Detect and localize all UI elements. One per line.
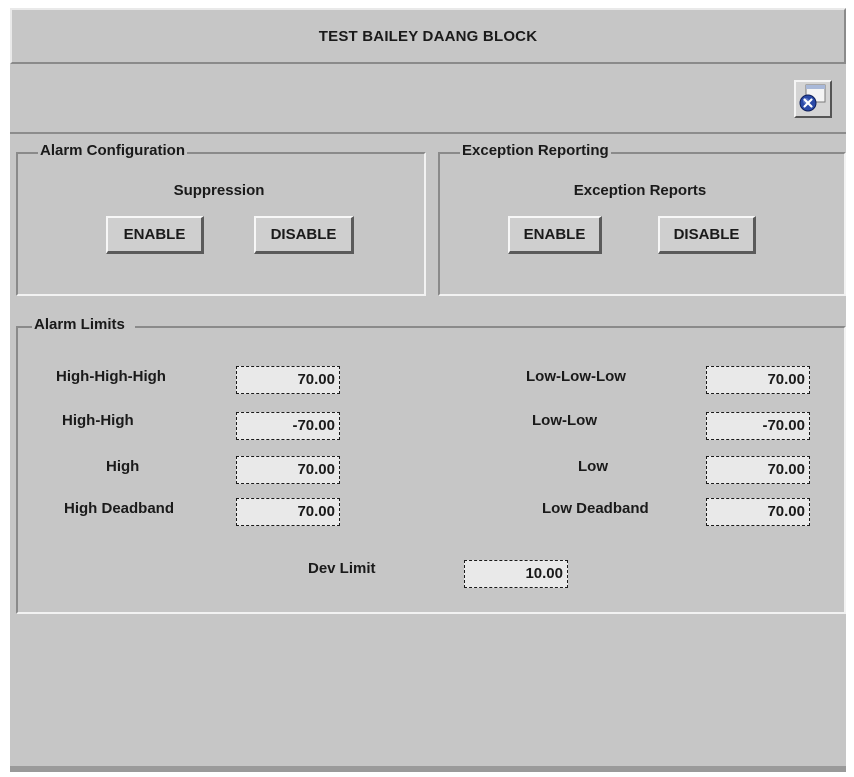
alarm-limits-legend: Alarm Limits [32, 316, 135, 333]
exception-reports-label: Exception Reports [573, 182, 707, 199]
title-bar: TEST BAILEY DAANG BLOCK [10, 8, 846, 64]
dev-limit-label: Dev Limit [308, 560, 376, 577]
high-deadband-label: High Deadband [64, 500, 175, 517]
low-low-low-field[interactable]: 70.00 [706, 366, 810, 394]
high-deadband-field[interactable]: 70.00 [236, 498, 340, 526]
close-window-button[interactable] [794, 80, 832, 118]
high-high-high-label: High-High-High [56, 368, 166, 385]
alarm-configuration-legend: Alarm Configuration [38, 142, 187, 159]
low-low-low-label: Low-Low-Low [526, 368, 626, 385]
block-window: TEST BAILEY DAANG BLOCK Alarm Configurat… [10, 8, 846, 772]
alarm-configuration-group: Alarm Configuration Suppression ENABLE D… [16, 142, 426, 296]
exception-enable-button[interactable]: ENABLE [508, 216, 602, 254]
window-title: TEST BAILEY DAANG BLOCK [318, 27, 538, 45]
high-field[interactable]: 70.00 [236, 456, 340, 484]
close-icon [799, 84, 826, 112]
high-high-high-field[interactable]: 70.00 [236, 366, 340, 394]
high-label: High [106, 458, 140, 475]
low-deadband-label: Low Deadband [542, 500, 649, 517]
suppression-label: Suppression [173, 182, 265, 199]
high-high-label: High-High [62, 412, 134, 429]
high-high-field[interactable]: -70.00 [236, 412, 340, 440]
window-bottom-edge [10, 766, 846, 772]
alarm-limits-group: Alarm Limits High-High-High 70.00 High-H… [16, 316, 846, 614]
low-deadband-field[interactable]: 70.00 [706, 498, 810, 526]
toolbar [10, 64, 846, 134]
suppression-enable-button[interactable]: ENABLE [106, 216, 204, 254]
exception-reporting-group: Exception Reporting Exception Reports EN… [438, 142, 846, 296]
exception-reporting-legend: Exception Reporting [460, 142, 611, 159]
low-field[interactable]: 70.00 [706, 456, 810, 484]
dev-limit-field[interactable]: 10.00 [464, 560, 568, 588]
exception-disable-button[interactable]: DISABLE [658, 216, 756, 254]
suppression-disable-button[interactable]: DISABLE [254, 216, 354, 254]
low-low-field[interactable]: -70.00 [706, 412, 810, 440]
low-label: Low [578, 458, 608, 475]
low-low-label: Low-Low [532, 412, 597, 429]
